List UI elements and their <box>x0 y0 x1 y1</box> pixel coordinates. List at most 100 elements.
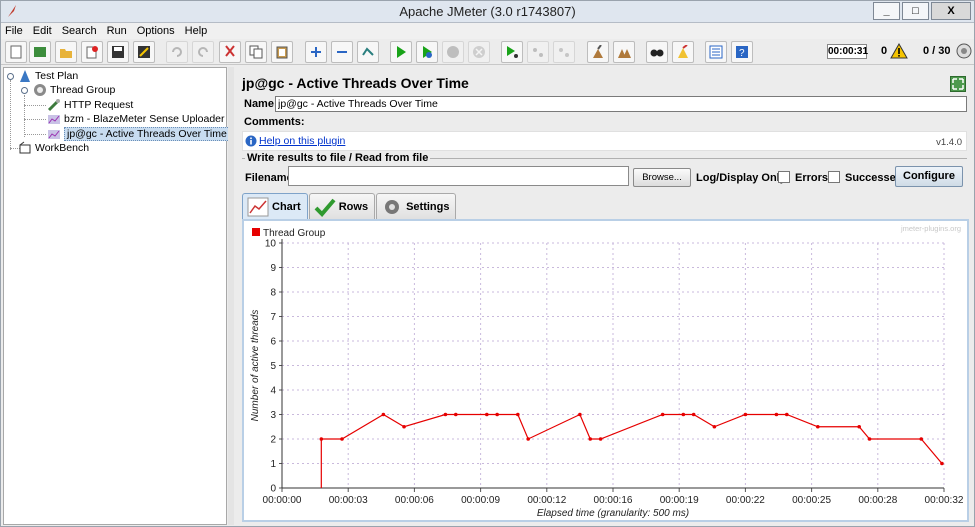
data-point <box>940 461 944 466</box>
y-tick-label: 1 <box>270 459 276 470</box>
stop-icon[interactable] <box>442 41 464 63</box>
configure-button[interactable]: Configure <box>895 166 963 187</box>
errors-checkbox[interactable] <box>778 171 790 183</box>
data-point <box>691 412 696 417</box>
info-icon <box>245 135 257 147</box>
toggle-icon[interactable] <box>357 41 379 63</box>
svg-text:?: ? <box>739 48 745 59</box>
templates-icon[interactable] <box>29 41 51 63</box>
start-no-pause-icon[interactable] <box>416 41 438 63</box>
tab-strip: Chart Rows Settings <box>242 193 457 220</box>
paste-icon[interactable] <box>271 41 293 63</box>
tree-toggle-thread-group[interactable] <box>21 87 28 94</box>
clear-icon[interactable] <box>587 41 609 63</box>
menu-file[interactable]: File <box>1 23 29 39</box>
name-field[interactable] <box>275 96 967 112</box>
browse-button[interactable]: Browse... <box>633 168 691 187</box>
error-count: 0 <box>881 45 888 57</box>
log-display-only-label: Log/Display Only: <box>696 172 790 184</box>
data-point <box>660 412 665 417</box>
y-tick-label: 6 <box>270 337 276 348</box>
tab-chart[interactable]: Chart <box>242 193 308 220</box>
y-tick-label: 9 <box>270 263 276 274</box>
tree-node-http-request[interactable]: HTTP Request <box>47 98 133 112</box>
x-tick-label: 00:00:03 <box>329 495 368 506</box>
x-tick-label: 00:00:16 <box>594 495 633 506</box>
data-point <box>681 412 686 417</box>
y-tick-label: 8 <box>270 288 276 299</box>
undo-icon[interactable] <box>166 41 188 63</box>
cut-icon[interactable] <box>219 41 241 63</box>
x-axis-label: Elapsed time (granularity: 500 ms) <box>537 508 689 519</box>
toolbar: ? 00:00:31 0 0 / 30 <box>1 39 974 65</box>
jmeter-window: Apache JMeter (3.0 r1743807) _ □ X File … <box>0 0 975 527</box>
menu-search[interactable]: Search <box>58 23 103 39</box>
save-icon[interactable] <box>107 41 129 63</box>
menu-edit[interactable]: Edit <box>29 23 58 39</box>
legend-swatch <box>252 228 260 236</box>
clear-all-icon[interactable] <box>613 41 635 63</box>
successes-checkbox[interactable] <box>828 171 840 183</box>
save-snapshot-icon[interactable] <box>133 41 155 63</box>
plugin-version: v1.4.0 <box>936 137 962 148</box>
tree-node-active-threads[interactable]: jp@gc - Active Threads Over Time <box>47 127 230 141</box>
uploader-icon <box>48 115 60 124</box>
errors-label: Errors <box>795 172 829 184</box>
menu-run[interactable]: Run <box>103 23 133 39</box>
x-tick-label: 00:00:25 <box>792 495 831 506</box>
help-link[interactable]: Help on this plugin <box>259 135 345 147</box>
data-point <box>453 412 458 417</box>
close-file-icon[interactable] <box>81 41 103 63</box>
active-threads-chart: 0 1 2 3 4 5 6 7 8 9 10 00:00:00 00:00:03 00:00:06 00:0… <box>250 228 964 519</box>
tree-toggle-test-plan[interactable] <box>7 73 14 80</box>
successes-label: Successes <box>845 172 902 184</box>
tree-node-thread-group[interactable]: Thread Group <box>33 83 115 97</box>
y-tick-label: 2 <box>270 435 276 446</box>
collapse-all-icon[interactable] <box>331 41 353 63</box>
y-tick-label: 0 <box>270 484 276 495</box>
minimize-button[interactable]: _ <box>873 2 900 20</box>
search-icon[interactable] <box>646 41 668 63</box>
tree-node-sense-uploader[interactable]: bzm - BlazeMeter Sense Uploader <box>47 112 225 126</box>
open-icon[interactable] <box>55 41 77 63</box>
shutdown-icon[interactable] <box>468 41 490 63</box>
menu-bar: File Edit Search Run Options Help <box>1 23 974 39</box>
warning-icon[interactable] <box>890 43 908 59</box>
menu-options[interactable]: Options <box>133 23 181 39</box>
data-point <box>816 424 820 429</box>
tree-node-test-plan[interactable]: Test Plan <box>18 69 78 83</box>
series-line <box>320 413 943 488</box>
http-request-icon <box>47 99 60 112</box>
remote-stop-icon[interactable] <box>527 41 549 63</box>
tab-rows[interactable]: Rows <box>308 193 376 219</box>
data-point <box>485 412 489 417</box>
new-icon[interactable] <box>5 41 27 63</box>
data-point <box>526 437 530 441</box>
menu-help[interactable]: Help <box>181 23 214 39</box>
data-point <box>784 412 789 417</box>
expand-all-icon[interactable] <box>305 41 327 63</box>
remote-start-icon[interactable] <box>501 41 523 63</box>
copy-icon[interactable] <box>245 41 267 63</box>
workbench-icon <box>19 141 31 154</box>
tab-settings[interactable]: Settings <box>376 193 457 219</box>
y-tick-label: 4 <box>270 386 276 397</box>
data-point <box>340 437 344 441</box>
x-tick-label: 00:00:06 <box>395 495 434 506</box>
filename-field[interactable] <box>288 166 629 186</box>
expand-icon[interactable] <box>950 76 966 92</box>
help-icon[interactable]: ? <box>731 41 753 63</box>
tree-node-workbench[interactable]: WorkBench <box>18 141 89 155</box>
remote-globe-icon[interactable] <box>956 43 972 59</box>
maximize-button[interactable]: □ <box>902 2 929 20</box>
x-tick-label: 00:00:32 <box>925 495 964 506</box>
y-axis-label: Number of active threads <box>250 310 261 422</box>
start-icon[interactable] <box>390 41 412 63</box>
data-point <box>319 437 324 441</box>
close-button[interactable]: X <box>931 2 971 20</box>
function-helper-icon[interactable] <box>705 41 727 63</box>
reset-search-icon[interactable] <box>672 41 694 63</box>
x-tick-label: 00:00:00 <box>263 495 302 506</box>
redo-icon[interactable] <box>192 41 214 63</box>
remote-shutdown-icon[interactable] <box>553 41 575 63</box>
